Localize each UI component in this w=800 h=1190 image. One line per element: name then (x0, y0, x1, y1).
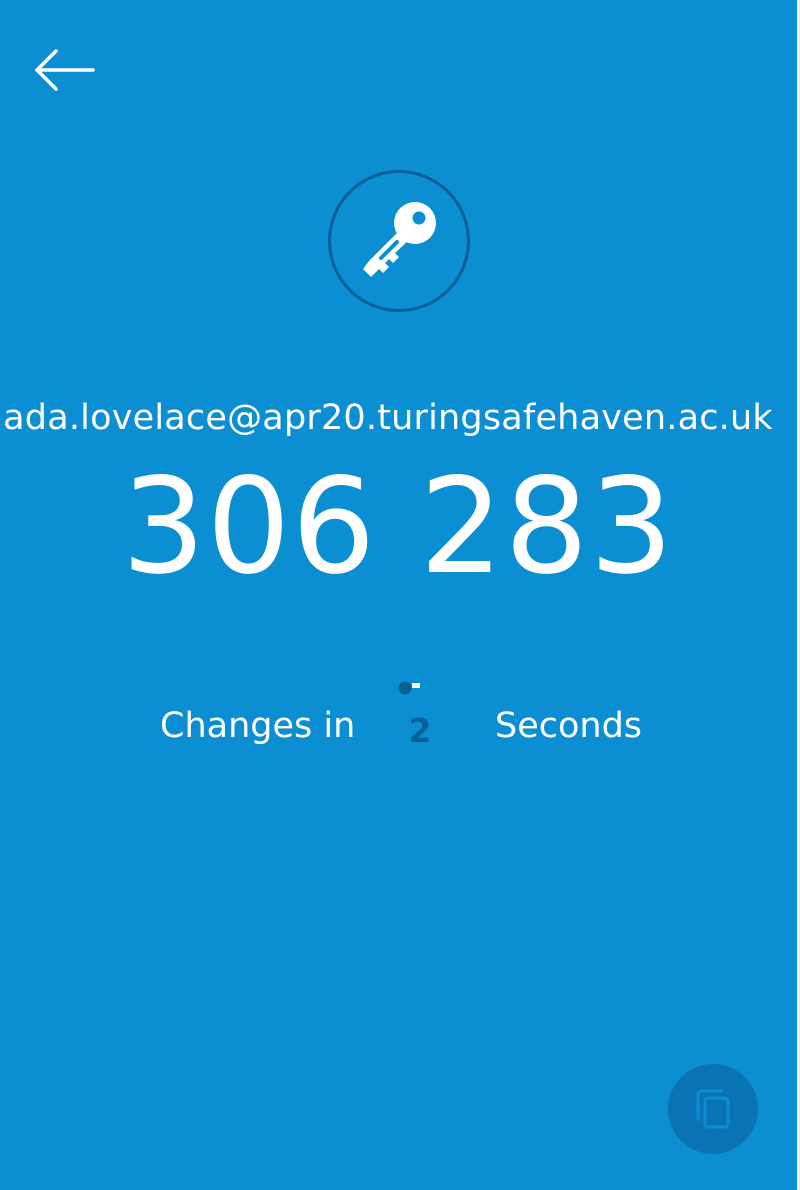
seconds-label: Seconds (495, 706, 643, 746)
copy-icon (696, 1089, 730, 1129)
account-email: ada.lovelace@apr20.turingsafehaven.ac.uk (3, 398, 773, 438)
account-key-badge (328, 170, 470, 312)
otp-code: 306 283 (121, 450, 675, 604)
key-icon (363, 202, 436, 277)
copy-code-button[interactable] (668, 1064, 758, 1154)
arrow-left-icon (35, 49, 95, 91)
authenticator-screen: ada.lovelace@apr20.turingsafehaven.ac.uk… (0, 0, 800, 1190)
seconds-remaining: 2 (408, 711, 432, 750)
back-button[interactable] (22, 38, 106, 102)
changes-in-label: Changes in (160, 706, 356, 746)
